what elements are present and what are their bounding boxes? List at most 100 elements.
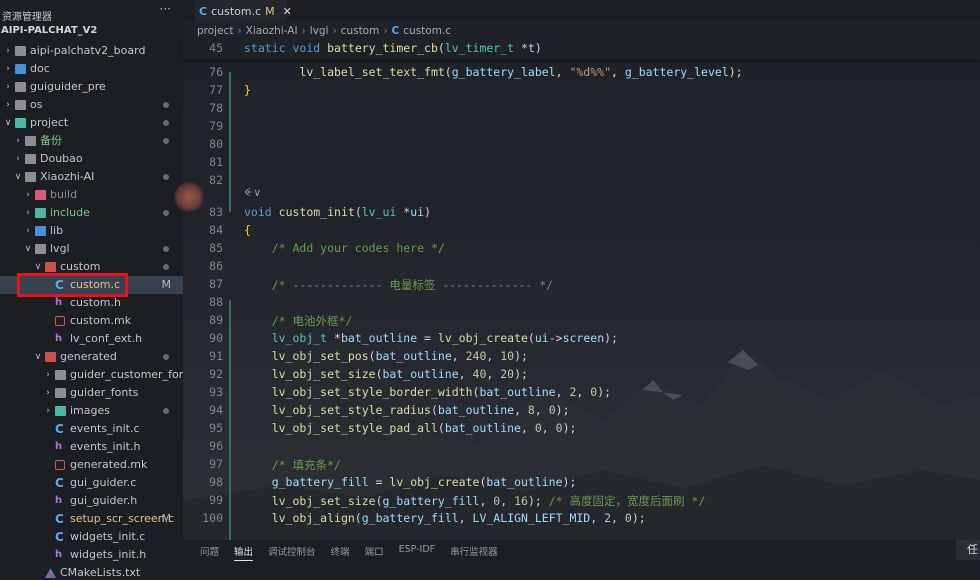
chevron-down-icon[interactable]: ∨ [33, 348, 43, 366]
line-number: 97 [209, 457, 223, 471]
line-number: 99 [209, 493, 223, 507]
tree-folder[interactable]: › include [0, 204, 183, 222]
tree-file[interactable]: custom.mk [0, 312, 183, 330]
line-number: 79 [209, 119, 223, 133]
status-dot [163, 354, 169, 360]
tree-folder[interactable]: › build [0, 186, 183, 204]
tree-folder[interactable]: › 备份 [0, 132, 183, 150]
cmake-file-icon [45, 567, 56, 578]
panel-tab-output[interactable]: 输出 [234, 544, 254, 561]
tree-folder[interactable]: › aipi-palchatv2_board [0, 42, 183, 60]
close-icon[interactable]: ✕ [283, 5, 292, 18]
code-line: /* 填充条*/ [271, 458, 341, 472]
status-dot [163, 408, 169, 414]
folder-icon [15, 118, 26, 128]
status-dot [163, 246, 169, 252]
panel-tab-terminal[interactable]: 终端 [331, 544, 350, 561]
sticky-scroll-header[interactable]: 45 static void battery_timer_cb(lv_timer… [183, 38, 980, 60]
tree-folder[interactable]: › lib [0, 222, 183, 240]
chevron-right-icon[interactable]: › [23, 222, 33, 240]
chevron-right-icon[interactable]: › [43, 402, 53, 420]
tree-item-label: gui_guider.h [70, 494, 138, 507]
line-number: 77 [209, 83, 223, 97]
tree-folder[interactable]: › images [0, 402, 183, 420]
chevron-right-icon[interactable]: › [3, 78, 13, 96]
tree-file[interactable]: Cwidgets_init.c [0, 528, 183, 546]
chevron-right-icon[interactable]: › [13, 150, 23, 168]
breadcrumb-item-lvgl[interactable]: lvgl [310, 25, 329, 37]
tree-file[interactable]: h events_init.h [0, 438, 183, 456]
modified-badge: M [161, 512, 172, 525]
codelens-fold-icon[interactable]: ꔾ∨ [244, 186, 261, 200]
tree-file[interactable]: h lv_conf_ext.h [0, 330, 183, 348]
tree-file[interactable]: h widgets_init.h [0, 546, 183, 564]
tree-file[interactable]: Cevents_init.c [0, 420, 183, 438]
chevron-right-icon[interactable]: › [3, 96, 13, 114]
code-line: } [244, 83, 251, 97]
panel-tab-esp-idf[interactable]: ESP-IDF [399, 544, 436, 561]
chevron-right-icon[interactable]: › [13, 132, 23, 150]
folder-icon [45, 262, 56, 272]
code-line: { [244, 223, 251, 237]
tree-file[interactable]: generated.mk [0, 456, 183, 474]
code-line: lv_obj_set_style_radius(bat_outline, 8, … [271, 403, 570, 417]
breadcrumb-item-xiaozhi[interactable]: Xiaozhi-AI [246, 25, 298, 37]
code-line: lv_obj_align(g_battery_fill, LV_ALIGN_LE… [271, 511, 646, 525]
tree-item-label: guiguider_pre [30, 80, 106, 93]
makefile-icon [55, 460, 65, 470]
explorer-title: 资源管理器 [2, 11, 52, 23]
line-number: 91 [209, 349, 223, 363]
c-file-icon: C [391, 25, 400, 37]
chevron-down-icon[interactable]: ∨ [3, 114, 13, 132]
modified-badge: M [265, 4, 275, 18]
tree-folder[interactable]: ∨ project [0, 114, 183, 132]
tree-folder[interactable]: ∨ generated [0, 348, 183, 366]
breadcrumb-item-project[interactable]: project [197, 25, 233, 37]
chevron-right-icon[interactable]: › [43, 384, 53, 402]
chevron-right-icon[interactable]: › [3, 60, 13, 78]
tree-folder[interactable]: ∨ Xiaozhi-AI [0, 168, 183, 186]
tree-item-label: include [50, 206, 90, 219]
chevron-down-icon[interactable]: ∨ [23, 240, 33, 258]
line-number: 100 [202, 511, 223, 525]
folder-icon [15, 46, 26, 56]
panel-tab-debug-console[interactable]: 调试控制台 [268, 544, 316, 561]
tree-folder[interactable]: › Doubao [0, 150, 183, 168]
tree-item-label: images [70, 404, 110, 417]
line-number: 86 [209, 259, 223, 273]
panel-tab-ports[interactable]: 端口 [365, 544, 384, 561]
panel-task-button[interactable]: 任 [956, 540, 980, 560]
panel-tab-serial-monitor[interactable]: 串行监视器 [450, 544, 498, 561]
folder-icon [15, 64, 26, 74]
tree-folder[interactable]: ∨ lvgl [0, 240, 183, 258]
tree-folder[interactable]: › guider_fonts [0, 384, 183, 402]
chevron-right-icon[interactable]: › [23, 186, 33, 204]
chevron-right-icon[interactable]: › [3, 42, 13, 60]
folder-icon [25, 172, 36, 182]
tree-folder[interactable]: › guiguider_pre [0, 78, 183, 96]
tree-file[interactable]: Csetup_scr_screen.c M [0, 510, 183, 528]
tree-file[interactable]: Cgui_guider.c [0, 474, 183, 492]
chevron-right-icon: › [237, 25, 242, 37]
tree-file[interactable]: CMakeLists.txt [0, 564, 183, 580]
code-line: lv_obj_t *bat_outline = lv_obj_create(ui… [271, 331, 618, 345]
tab-custom-c[interactable]: C custom.c M ✕ [195, 0, 292, 22]
code-line: lv_obj_set_size(bat_outline, 40, 20); [271, 367, 528, 381]
status-dot [163, 174, 169, 180]
line-number: 84 [209, 223, 223, 237]
more-actions-icon[interactable]: ··· [160, 2, 171, 16]
tree-item-label: generated.mk [70, 458, 148, 471]
chevron-right-icon[interactable]: › [23, 204, 33, 222]
code-line: void custom_init(lv_ui *ui) [244, 205, 432, 219]
panel-tab-problems[interactable]: 问题 [200, 544, 219, 561]
project-title[interactable]: AIPI-PALCHAT_V2 [0, 22, 97, 40]
chevron-right-icon[interactable]: › [43, 366, 53, 384]
chevron-down-icon[interactable]: ∨ [13, 168, 23, 186]
breadcrumb-item-custom[interactable]: custom [341, 25, 380, 37]
breadcrumb-item-file[interactable]: custom.c [403, 25, 451, 37]
tree-folder[interactable]: › os [0, 96, 183, 114]
tree-folder[interactable]: › doc [0, 60, 183, 78]
tree-file[interactable]: h gui_guider.h [0, 492, 183, 510]
folder-icon [55, 388, 66, 398]
tree-folder[interactable]: › guider_customer_fonts [0, 366, 183, 384]
